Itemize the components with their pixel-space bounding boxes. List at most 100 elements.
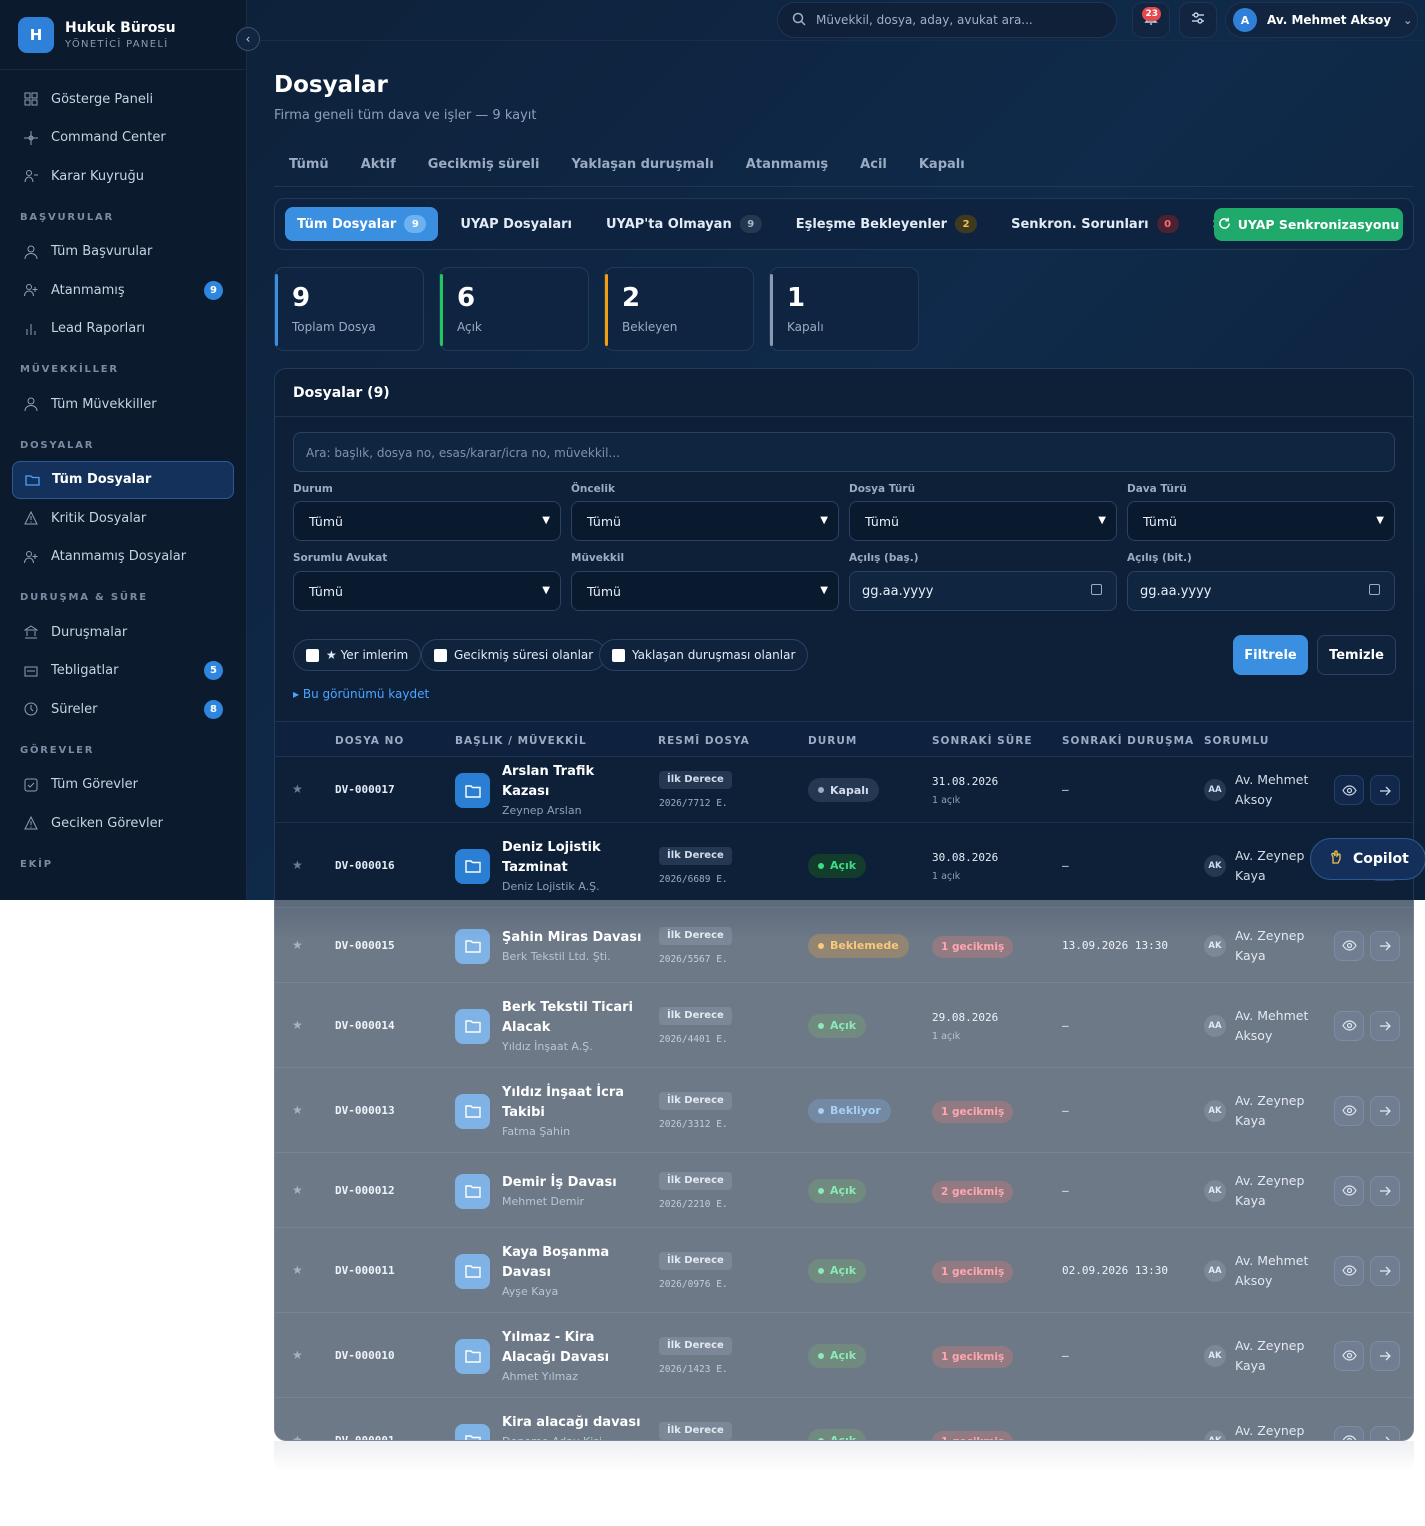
open-button[interactable] <box>1370 1010 1400 1041</box>
case-title[interactable]: Kaya Boşanma Davası <box>502 1243 642 1283</box>
checkbox[interactable] <box>612 648 625 662</box>
bookmark-star-icon[interactable]: ★ <box>292 1183 303 1197</box>
notifications-button[interactable]: 23 <box>1132 2 1170 38</box>
uyap-sync-button[interactable]: UYAP Senkronizasyonu <box>1214 208 1403 241</box>
case-title[interactable]: Demir İş Davası <box>502 1173 642 1193</box>
filter-select[interactable]: Tümü ▼ <box>1127 501 1395 541</box>
table-row[interactable]: ★ DV-000010 Yılmaz - Kira Alacağı Davası Ah… <box>275 1313 1413 1398</box>
tab-0[interactable]: Tümü <box>274 145 346 186</box>
filter-label: Öncelik <box>571 483 615 495</box>
uyap-tab-3[interactable]: Eşleşme Bekleyenler 2 <box>784 207 989 241</box>
case-title[interactable]: Şahin Miras Davası <box>502 928 642 948</box>
tab-1[interactable]: Aktif <box>346 145 413 186</box>
clock-icon <box>23 701 39 717</box>
table-row[interactable]: ★ DV-000017 Arslan Trafik Kazası Zeynep Ars… <box>275 757 1413 823</box>
sidebar-item-duruşmalar[interactable]: Duruşmalar <box>12 613 234 651</box>
case-title[interactable]: Berk Tekstil Ticari Alacak <box>502 998 642 1038</box>
filter-select[interactable]: Tümü ▼ <box>849 501 1117 541</box>
case-title[interactable]: Kira alacağı davası <box>502 1413 642 1433</box>
checkbox[interactable] <box>306 648 319 662</box>
sidebar-item-geciken-görevler[interactable]: Geciken Görevler <box>12 804 234 842</box>
bookmark-star-icon[interactable]: ★ <box>292 1018 303 1032</box>
open-button[interactable] <box>1370 930 1400 961</box>
bookmark-star-icon[interactable]: ★ <box>292 1263 303 1277</box>
table-row[interactable]: ★ DV-000016 Deniz Lojistik Tazminat Deniz L… <box>275 823 1413 908</box>
case-title[interactable]: Deniz Lojistik Tazminat <box>502 838 642 878</box>
filter-select[interactable]: Tümü ▼ <box>571 571 839 611</box>
sidebar-item-atanmamış[interactable]: Atanmamış 9 <box>12 271 234 309</box>
uyap-tab-2[interactable]: UYAP'ta Olmayan 9 <box>594 207 774 241</box>
table-row[interactable]: ★ DV-000015 Şahin Miras Davası Berk Tekstil… <box>275 908 1413 983</box>
case-title[interactable]: Yılmaz - Kira Alacağı Davası <box>502 1328 642 1368</box>
settings-button[interactable] <box>1179 2 1217 38</box>
bookmark-star-icon[interactable]: ★ <box>292 1433 303 1441</box>
tab-5[interactable]: Acil <box>845 145 904 186</box>
view-button[interactable] <box>1334 1340 1364 1371</box>
global-search-input[interactable]: Müvekkil, dosya, aday, avukat ara... <box>777 2 1117 38</box>
table-row[interactable]: ★ DV-000012 Demir İş Davası Mehmet Demir İlk… <box>275 1153 1413 1228</box>
uyap-tab-4[interactable]: Senkron. Sorunları 0 <box>999 207 1190 241</box>
tab-3[interactable]: Yaklaşan duruşmalı <box>556 145 730 186</box>
sidebar-item-süreler[interactable]: Süreler 8 <box>12 690 234 728</box>
uyap-tab-0[interactable]: Tüm Dosyalar 9 <box>285 207 439 241</box>
sidebar-item-tüm-görevler[interactable]: Tüm Görevler <box>12 766 234 804</box>
view-button[interactable] <box>1334 1425 1364 1440</box>
user-menu[interactable]: A Av. Mehmet Aksoy ⌄ <box>1225 2 1418 38</box>
tab-6[interactable]: Kapalı <box>904 145 982 186</box>
open-button[interactable] <box>1370 775 1400 805</box>
filter-select[interactable]: Tümü ▼ <box>571 501 839 541</box>
open-button[interactable] <box>1370 1095 1400 1126</box>
sidebar-item-karar-kuyruğu[interactable]: Karar Kuyruğu <box>12 157 234 195</box>
case-title[interactable]: Arslan Trafik Kazası <box>502 762 642 802</box>
case-title[interactable]: Yıldız İnşaat İcra Takibi <box>502 1083 642 1123</box>
sidebar-item-gösterge-paneli[interactable]: Gösterge Paneli <box>12 80 234 118</box>
table-row[interactable]: ★ DV-000014 Berk Tekstil Ticari Alacak Yıld… <box>275 983 1413 1068</box>
bookmark-star-icon[interactable]: ★ <box>292 858 303 872</box>
table-row[interactable]: ★ DV-000011 Kaya Boşanma Davası Ayşe Kaya İl… <box>275 1228 1413 1313</box>
bookmark-star-icon[interactable]: ★ <box>292 782 303 796</box>
open-button[interactable] <box>1370 1255 1400 1286</box>
table-row[interactable]: ★ DV-000001 Kira alacağı davası Deneme Aday… <box>275 1398 1413 1441</box>
view-button[interactable] <box>1334 1095 1364 1126</box>
status-dot <box>818 1022 824 1029</box>
tab-2[interactable]: Gecikmiş süreli <box>413 145 557 186</box>
sidebar-item-tüm-dosyalar[interactable]: Tüm Dosyalar <box>12 460 234 499</box>
bookmark-star-icon[interactable]: ★ <box>292 1348 303 1362</box>
table-row[interactable]: ★ DV-000013 Yıldız İnşaat İcra Takibi Fatma… <box>275 1068 1413 1153</box>
save-view-link[interactable]: ▸ Bu görünümü kaydet <box>293 687 429 701</box>
filter-chip[interactable]: Gecikmiş süresi olanlar <box>421 639 607 671</box>
open-button[interactable] <box>1370 1340 1400 1371</box>
date-input[interactable]: gg.aa.yyyy <box>849 571 1117 611</box>
bookmark-star-icon[interactable]: ★ <box>292 938 303 952</box>
tab-4[interactable]: Atanmamış <box>731 145 845 186</box>
sidebar-item-lead-raporları[interactable]: Lead Raporları <box>12 310 234 348</box>
view-button[interactable] <box>1334 1255 1364 1286</box>
view-button[interactable] <box>1334 775 1364 805</box>
filter-chip[interactable]: ★ Yer imlerim <box>293 639 422 671</box>
sidebar-item-tebligatlar[interactable]: Tebligatlar 5 <box>12 652 234 690</box>
filter-select[interactable]: Tümü ▼ <box>293 501 561 541</box>
view-button[interactable] <box>1334 930 1364 961</box>
file-number: DV-000001 <box>335 1433 395 1441</box>
open-button[interactable] <box>1370 1425 1400 1440</box>
checkbox[interactable] <box>434 648 447 662</box>
sidebar-item-tüm-müvekkiller[interactable]: Tüm Müvekkiller <box>12 385 234 423</box>
view-button[interactable] <box>1334 1175 1364 1206</box>
filter-select[interactable]: Tümü ▼ <box>293 571 561 611</box>
bookmark-star-icon[interactable]: ★ <box>292 1103 303 1117</box>
view-button[interactable] <box>1334 1010 1364 1041</box>
sidebar-item-tüm-başvurular[interactable]: Tüm Başvurular <box>12 233 234 271</box>
stat-label: Bekleyen <box>622 320 678 334</box>
sidebar-collapse-button[interactable]: ‹ <box>236 27 260 51</box>
copilot-button[interactable]: Copilot <box>1310 838 1425 880</box>
sidebar-item-kritik-dosyalar[interactable]: Kritik Dosyalar <box>12 499 234 537</box>
uyap-tab-1[interactable]: UYAP Dosyaları <box>448 207 584 241</box>
filter-button[interactable]: Filtrele <box>1233 635 1308 675</box>
sidebar-item-atanmamış-dosyalar[interactable]: Atanmamış Dosyalar <box>12 538 234 576</box>
filter-chip[interactable]: Yaklaşan duruşması olanlar <box>599 639 809 671</box>
date-input[interactable]: gg.aa.yyyy <box>1127 571 1395 611</box>
files-search-input[interactable]: Ara: başlık, dosya no, esas/karar/icra n… <box>293 432 1395 472</box>
sidebar-item-command-center[interactable]: Command Center <box>12 119 234 157</box>
open-button[interactable] <box>1370 1175 1400 1206</box>
clear-button[interactable]: Temizle <box>1317 635 1396 675</box>
